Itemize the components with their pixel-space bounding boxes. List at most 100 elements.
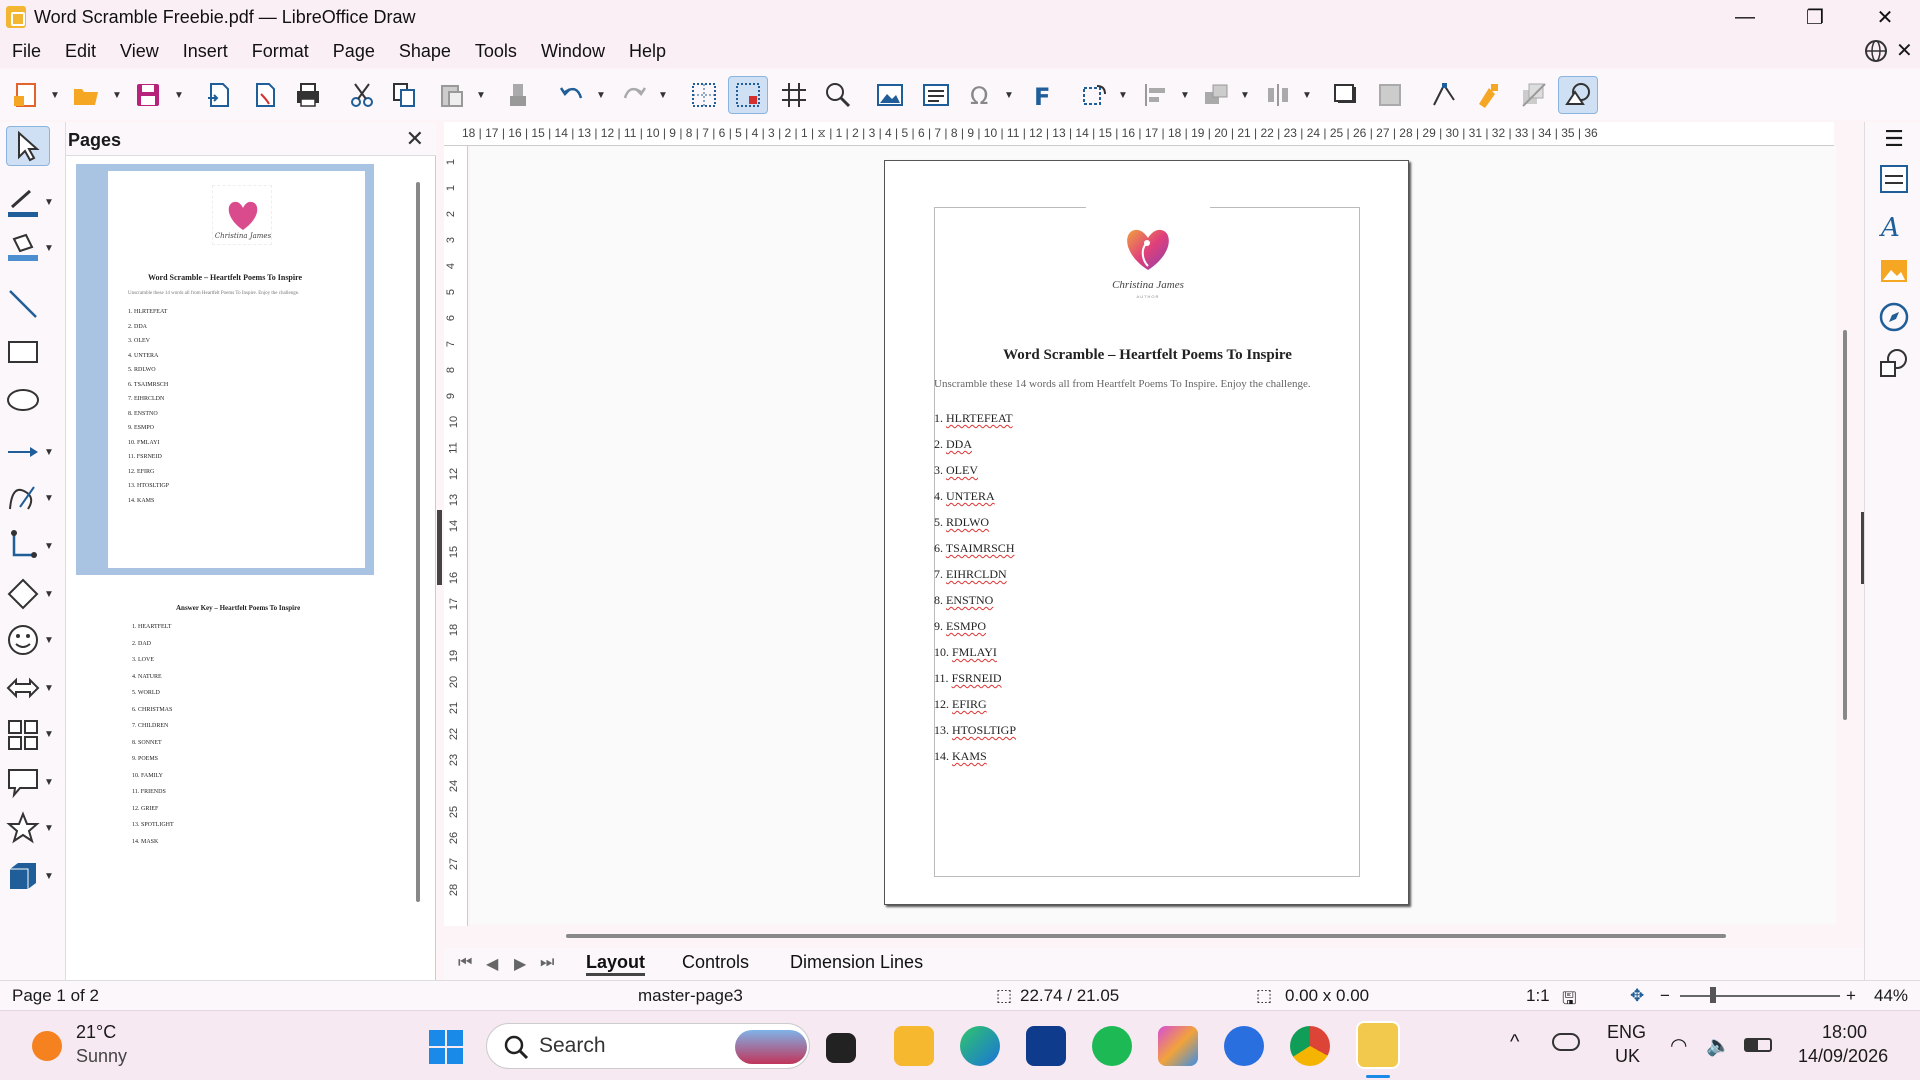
libreoffice-draw-taskbar-icon[interactable]: [1356, 1021, 1400, 1069]
weather-temperature[interactable]: 21°C: [76, 1022, 116, 1043]
taskbar-search-box[interactable]: Search: [486, 1023, 810, 1069]
menu-window[interactable]: Window: [529, 41, 617, 62]
menu-insert[interactable]: Insert: [171, 41, 240, 62]
panel-collapse-handle[interactable]: [437, 510, 442, 585]
line-color-icon[interactable]: ▼: [6, 182, 60, 222]
show-draw-functions-icon[interactable]: [1558, 76, 1598, 114]
chevron-down-icon[interactable]: ▼: [1302, 90, 1312, 101]
document-page[interactable]: Christina James AUTHOR Word Scramble – H…: [884, 160, 1409, 905]
close-document-icon[interactable]: ✕: [1896, 38, 1913, 63]
special-character-icon[interactable]: Ω: [960, 76, 1000, 114]
display-grid-icon[interactable]: [684, 76, 724, 114]
zoom-in-icon[interactable]: +: [1846, 986, 1856, 1006]
gallery-icon[interactable]: [1877, 254, 1911, 288]
weather-description[interactable]: Sunny: [76, 1046, 127, 1067]
zoom-slider[interactable]: [1680, 995, 1840, 997]
thunderbird-icon[interactable]: [1224, 1026, 1264, 1066]
vertical-ruler[interactable]: 1 1 2 3 4 5 6 7 8 9 10 11 12 13 14 15 16 17 18 19 20 21 22 23 24…: [444, 146, 468, 926]
page-thumbnail-2[interactable]: Answer Key – Heartfelt Poems To Inspire …: [76, 594, 374, 974]
page-thumbnail-1[interactable]: Christina James Word Scramble – Heartfel…: [76, 164, 374, 575]
arrange-icon[interactable]: [1196, 76, 1236, 114]
menu-page[interactable]: Page: [321, 41, 387, 62]
navigator-icon[interactable]: [1877, 300, 1911, 334]
align-objects-icon[interactable]: [1136, 76, 1176, 114]
previous-tab-icon[interactable]: ◀: [486, 954, 498, 974]
distribute-icon[interactable]: [1258, 76, 1298, 114]
rectangle-tool-icon[interactable]: [6, 332, 60, 372]
callout-shapes-icon[interactable]: ▼: [6, 762, 60, 802]
clock-time[interactable]: 18:00: [1822, 1022, 1867, 1043]
zoom-slider-thumb[interactable]: [1710, 987, 1716, 1003]
sidebar-menu-icon[interactable]: ☰: [1877, 126, 1911, 160]
word-list-item[interactable]: 5. RDLWO: [934, 515, 989, 530]
chevron-down-icon[interactable]: ▼: [1004, 90, 1014, 101]
cut-icon[interactable]: [342, 76, 382, 114]
chevron-up-icon[interactable]: ^: [1510, 1031, 1519, 1054]
zoom-out-icon[interactable]: −: [1660, 986, 1670, 1006]
pages-panel-scrollbar[interactable]: [416, 182, 420, 902]
clone-formatting-icon[interactable]: [498, 76, 538, 114]
language-globe-icon[interactable]: [1864, 39, 1890, 65]
fill-color-icon[interactable]: ▼: [6, 228, 60, 268]
select-tool-icon[interactable]: [6, 126, 50, 166]
crop-image-icon[interactable]: [1370, 76, 1410, 114]
chevron-down-icon[interactable]: ▼: [658, 90, 668, 101]
tab-dimension-lines[interactable]: Dimension Lines: [790, 952, 923, 973]
close-panel-icon[interactable]: ✕: [406, 126, 424, 152]
styles-icon[interactable]: A: [1877, 208, 1911, 243]
line-tool-icon[interactable]: [6, 284, 60, 324]
shapes-icon[interactable]: [1877, 346, 1911, 380]
arrow-line-tool-icon[interactable]: ▼: [6, 432, 60, 472]
spotify-icon[interactable]: [1092, 1026, 1132, 1066]
chevron-down-icon[interactable]: ▼: [476, 90, 486, 101]
word-list-item[interactable]: 10. FMLAYI: [934, 645, 997, 660]
sun-weather-icon[interactable]: [32, 1031, 62, 1061]
copy-icon[interactable]: [384, 76, 424, 114]
word-list-item[interactable]: 11. FSRNEID: [934, 671, 1002, 686]
print-icon[interactable]: [288, 76, 328, 114]
minimize-button[interactable]: —: [1710, 0, 1780, 34]
word-list-item[interactable]: 6. TSAIMRSCH: [934, 541, 1014, 556]
microsoft-store-icon[interactable]: [1026, 1026, 1066, 1066]
word-list-item[interactable]: 14. KAMS: [934, 749, 987, 764]
shadow-icon[interactable]: [1326, 76, 1366, 114]
word-list-item[interactable]: 12. EFIRG: [934, 697, 987, 712]
undo-icon[interactable]: [552, 76, 592, 114]
chevron-down-icon[interactable]: ▼: [112, 90, 122, 101]
copilot-icon[interactable]: [1158, 1026, 1198, 1066]
curve-tool-icon[interactable]: ▼: [6, 478, 60, 518]
chevron-down-icon[interactable]: ▼: [1240, 90, 1250, 101]
last-tab-icon[interactable]: ⏭: [540, 954, 554, 972]
horizontal-ruler[interactable]: 18 | 17 | 16 | 15 | 14 | 13 | 12 | 11 | …: [444, 122, 1834, 146]
onedrive-cloud-icon[interactable]: [1552, 1033, 1580, 1051]
fontwork-icon[interactable]: F: [1022, 76, 1062, 114]
word-list-item[interactable]: 8. ENSTNO: [934, 593, 993, 608]
maximize-button[interactable]: ❐: [1780, 0, 1850, 34]
zoom-level[interactable]: 44%: [1874, 986, 1908, 1006]
vertical-scrollbar[interactable]: [1843, 330, 1847, 720]
menu-shape[interactable]: Shape: [387, 41, 463, 62]
chevron-down-icon[interactable]: ▼: [1180, 90, 1190, 101]
basic-shapes-icon[interactable]: ▼: [6, 574, 60, 614]
insert-text-box-icon[interactable]: [916, 76, 956, 114]
open-folder-icon[interactable]: [66, 76, 106, 114]
master-page-name[interactable]: master-page3: [638, 986, 743, 1006]
export-icon[interactable]: [198, 76, 238, 114]
wifi-icon[interactable]: ◠: [1670, 1033, 1687, 1058]
zoom-pan-icon[interactable]: [818, 76, 858, 114]
glue-points-icon[interactable]: [1468, 76, 1508, 114]
menu-view[interactable]: View: [108, 41, 171, 62]
menu-file[interactable]: File: [0, 41, 53, 62]
volume-icon[interactable]: 🔈: [1706, 1033, 1731, 1058]
paste-icon[interactable]: [432, 76, 472, 114]
symbol-shapes-icon[interactable]: ▼: [6, 620, 60, 660]
close-button[interactable]: ✕: [1850, 0, 1920, 34]
task-view-icon[interactable]: [826, 1033, 856, 1063]
menu-tools[interactable]: Tools: [463, 41, 529, 62]
properties-icon[interactable]: [1877, 162, 1911, 196]
block-arrows-icon[interactable]: ▼: [6, 668, 60, 708]
points-icon[interactable]: [1424, 76, 1464, 114]
chevron-down-icon[interactable]: ▼: [596, 90, 606, 101]
menu-edit[interactable]: Edit: [53, 41, 108, 62]
chevron-down-icon[interactable]: ▼: [1118, 90, 1128, 101]
